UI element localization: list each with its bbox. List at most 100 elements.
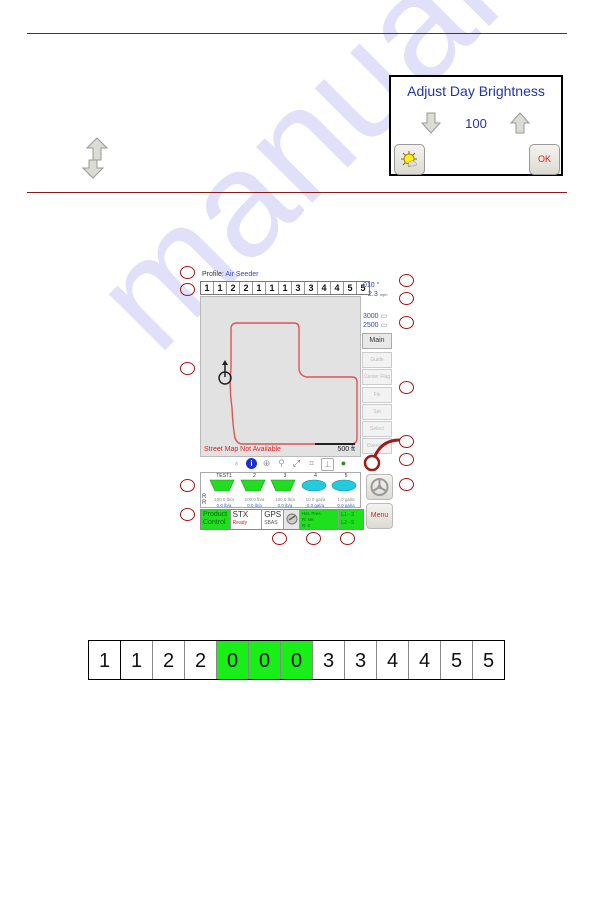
side-tab-set[interactable]: Set	[362, 404, 392, 420]
heading-readout: 010 °	[363, 282, 380, 289]
product-4[interactable]: 4 10.0 gal/a 0.0 gal/a	[301, 473, 331, 508]
status-bar: Product Control STX Ready GPS SBAS Hdr. …	[200, 509, 364, 530]
section-cell: 1	[89, 641, 121, 679]
section-cell: 1	[253, 282, 266, 294]
section-cell: 0	[217, 641, 249, 679]
side-tab-center-flag[interactable]: Center Flag	[362, 369, 392, 385]
callout-marker	[180, 283, 195, 296]
brightness-up-button[interactable]	[510, 112, 530, 134]
up-arrow-icon	[86, 137, 108, 161]
satellite-icon[interactable]	[283, 510, 300, 529]
section-cell: 3	[345, 641, 377, 679]
section-cell: 0	[249, 641, 281, 679]
gps-status[interactable]: GPS SBAS	[262, 510, 284, 529]
callout-marker	[306, 532, 321, 545]
callout-marker	[180, 508, 195, 521]
callout-marker	[399, 381, 414, 394]
section-bar-example: 1122000334455	[88, 640, 505, 680]
section-cell: 5	[473, 641, 504, 679]
field-map[interactable]: 500 ft Street Map Not Available	[200, 296, 361, 457]
profile-line: Profile: Air Seeder	[202, 271, 259, 278]
section-cell: 2	[227, 282, 240, 294]
product-1[interactable]: TEST1 100.0 lb/a 0.0 lb/a	[209, 473, 239, 508]
section-cell: 3	[292, 282, 305, 294]
brightness-down-button[interactable]	[421, 112, 441, 134]
callout-marker	[340, 532, 355, 545]
stx-status[interactable]: STX Ready	[230, 510, 263, 529]
section-cell: 1	[279, 282, 292, 294]
section-cell: 4	[409, 641, 441, 679]
section-cell: 1	[201, 282, 214, 294]
map-message: Street Map Not Available	[204, 446, 281, 453]
area-total-2: 2500 ▭	[363, 322, 388, 329]
boom-icon[interactable]: ⊥	[321, 458, 334, 471]
dialog-title: Adjust Day Brightness	[407, 83, 545, 99]
dry-bin-icon	[270, 479, 296, 492]
section-cell: 3	[305, 282, 318, 294]
sun-icon	[401, 151, 417, 167]
section-cell: 5	[441, 641, 473, 679]
section-cell: 0	[281, 641, 313, 679]
callout-marker	[180, 479, 195, 492]
dry-bin-icon	[240, 479, 265, 492]
side-tab-fix[interactable]: Fix	[362, 387, 392, 403]
target-icon[interactable]: ⊕	[261, 458, 272, 469]
gps-globe-icon[interactable]: ●	[338, 458, 349, 469]
side-tab-select[interactable]: Select	[362, 421, 392, 437]
callout-marker	[399, 274, 414, 287]
callout-marker	[180, 362, 195, 375]
section-cell: 4	[377, 641, 409, 679]
steering-button[interactable]	[366, 474, 393, 500]
tractor-icon[interactable]: ♁	[231, 458, 242, 469]
down-arrow-icon	[82, 159, 104, 179]
scale-label: 500 ft	[337, 446, 355, 453]
product-2[interactable]: 2 100.0 lb/a 0.0 lb/a	[240, 473, 270, 508]
scale-bar	[315, 443, 355, 445]
product-5[interactable]: 5 1.0 gal/a 0.0 gal/a	[331, 473, 361, 508]
callout-marker	[399, 316, 414, 329]
section-cell: 2	[240, 282, 253, 294]
lane-status[interactable]: L1 - 3 L2 - 5	[339, 510, 363, 529]
profile-name: Air Seeder	[225, 271, 259, 278]
top-rule	[27, 33, 567, 34]
steering-wheel-icon	[370, 478, 389, 496]
section-cell: 4	[331, 282, 344, 294]
section-cell: 3	[313, 641, 345, 679]
zoom-in-icon[interactable]: ⚲	[276, 458, 287, 469]
callout-marker	[180, 266, 195, 279]
section-cell: 5	[344, 282, 357, 294]
side-tab-main[interactable]: Main	[362, 333, 392, 349]
day-night-button[interactable]	[394, 144, 425, 175]
liquid-tank-icon	[331, 479, 357, 492]
callout-marker	[272, 532, 287, 545]
section-cell: 4	[318, 282, 331, 294]
callout-marker	[399, 435, 414, 448]
zoom-extent-icon[interactable]: ⤢	[291, 458, 302, 469]
callout-marker	[399, 453, 414, 466]
section-cell: 1	[266, 282, 279, 294]
vehicle-icon	[218, 360, 232, 385]
product-3[interactable]: 3 100.0 lb/a 0.0 lb/a	[270, 473, 300, 508]
section-cell: 1	[214, 282, 227, 294]
brightness-value: 100	[465, 116, 487, 131]
section-cell: 2	[153, 641, 185, 679]
header-pressure-status[interactable]: Hdr. Pres. R: set R: 0	[299, 510, 340, 529]
liquid-tank-icon	[301, 479, 326, 492]
product-control-button[interactable]: Product Control	[201, 510, 231, 529]
section-cell: 2	[185, 641, 217, 679]
info-icon[interactable]: i	[246, 458, 257, 469]
ok-button[interactable]: OK	[529, 144, 560, 175]
grid-icon[interactable]: ⌗	[306, 458, 317, 469]
map-toolbar: ♁ i ⊕ ⚲ ⤢ ⌗ ⊥ ●	[231, 458, 349, 471]
callout-marker	[399, 292, 414, 305]
section-cell: 1	[121, 641, 153, 679]
section-status-bar: 1122111334455	[200, 281, 370, 295]
dry-bin-icon	[209, 479, 235, 492]
section-rule	[27, 192, 567, 193]
side-tab-guide[interactable]: Guide	[362, 352, 392, 368]
menu-button[interactable]: Menu	[366, 503, 393, 529]
speed-readout: 2.3 mph	[368, 291, 388, 298]
brightness-dialog: Adjust Day Brightness 100 OK	[389, 75, 563, 176]
product-row: R R TEST1 100.0 lb/a 0.0 lb/a 2 100.0 lb/a 0.…	[200, 472, 361, 508]
callout-marker	[399, 478, 414, 491]
